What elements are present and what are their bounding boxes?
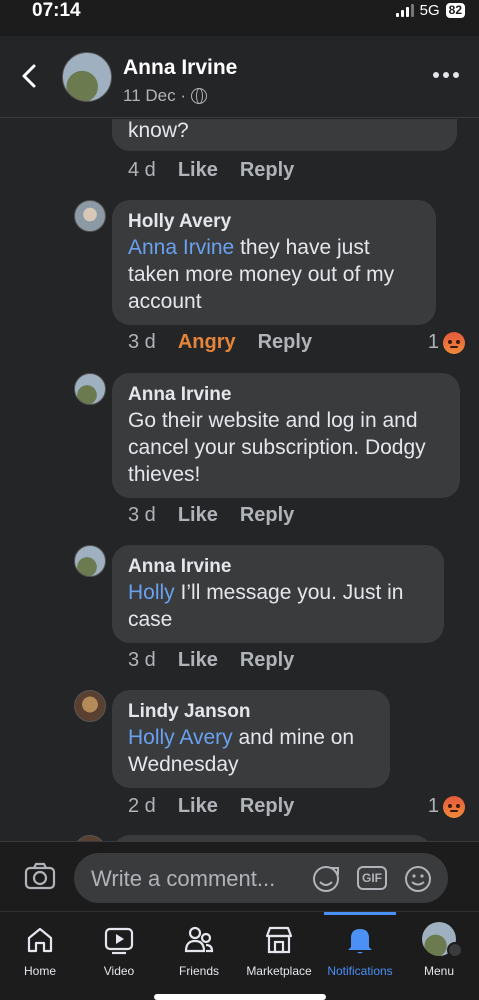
comment-bubble: Anna Irvine Go their website and log in …	[112, 373, 460, 498]
status-indicators: 5G 82	[395, 0, 465, 20]
nav-friends[interactable]: Friends	[159, 912, 239, 982]
comment-bubble: Anna Irvine Holly I’ll message you. Just…	[112, 545, 444, 643]
reaction-count[interactable]: 1	[428, 331, 465, 354]
comment-actions: 3 d Angry Reply	[128, 331, 312, 354]
comment-time: 3 d	[128, 504, 156, 526]
home-indicator	[154, 994, 326, 1000]
comment-text: Holly Avery and mine on Wednesday	[128, 724, 374, 778]
avatar[interactable]	[74, 200, 106, 232]
comment-author[interactable]: Anna Irvine	[128, 555, 428, 579]
avatar[interactable]	[74, 690, 106, 722]
comment-composer: Write a comment... GIF	[0, 841, 479, 911]
more-options-icon[interactable]	[433, 72, 459, 78]
comment-time: 3 d	[128, 331, 156, 353]
post-meta: 11 Dec ·	[123, 86, 207, 106]
comment-actions: 3 d Like Reply	[128, 649, 294, 672]
comment-actions: 3 d Like Reply	[128, 504, 294, 527]
gif-button[interactable]: GIF	[357, 866, 387, 890]
nav-notifications[interactable]: Notifications	[320, 912, 400, 982]
reaction-count-value: 1	[427, 331, 439, 353]
nav-home[interactable]: Home	[0, 912, 80, 982]
video-icon	[104, 927, 134, 955]
emoji-icon[interactable]	[403, 864, 433, 894]
reply-button[interactable]: Reply	[240, 795, 294, 818]
comment-bubble: know?	[112, 119, 457, 151]
comment-text: know?	[128, 119, 189, 142]
avatar[interactable]	[74, 545, 106, 577]
reply-button[interactable]: Reply	[240, 159, 294, 182]
post-header: Anna Irvine 11 Dec ·	[0, 36, 479, 118]
comment-author[interactable]: Anna Irvine	[128, 383, 444, 407]
home-icon	[27, 927, 53, 953]
comment-author[interactable]: Lindy Janson	[128, 700, 374, 724]
back-arrow-icon[interactable]	[18, 62, 42, 90]
comment-placeholder: Write a comment...	[91, 866, 276, 891]
comment-text: Anna Irvine they have just taken more mo…	[128, 234, 420, 315]
like-button[interactable]: Like	[178, 795, 218, 818]
like-button[interactable]: Like	[178, 159, 218, 182]
friends-icon	[184, 926, 214, 953]
comment-input[interactable]: Write a comment... GIF	[74, 853, 448, 903]
angry-reaction-button[interactable]: Angry	[178, 331, 236, 354]
avatar-sticker-icon[interactable]	[311, 864, 341, 894]
nav-menu[interactable]: Menu	[399, 912, 479, 982]
comments-feed[interactable]: know? 4 d Like Reply Holly Avery Anna Ir…	[0, 119, 479, 841]
avatar[interactable]	[74, 373, 106, 405]
camera-icon[interactable]	[24, 862, 56, 890]
nav-notifications-label: Notifications	[327, 964, 393, 978]
menu-icon	[447, 942, 463, 958]
mention-link[interactable]: Holly	[128, 581, 175, 604]
status-bar: 07:14 5G 82	[0, 0, 479, 36]
reply-button[interactable]: Reply	[258, 331, 312, 354]
nav-video-label: Video	[103, 964, 135, 978]
like-button[interactable]: Like	[178, 504, 218, 527]
reaction-count[interactable]: 1	[428, 795, 465, 818]
status-time: 07:14	[32, 0, 81, 21]
marketplace-icon	[265, 926, 293, 954]
nav-friends-label: Friends	[178, 964, 219, 978]
battery-icon: 82	[445, 2, 465, 18]
comment-text: Holly I’ll message you. Just in case	[128, 579, 428, 633]
comment-time: 4 d	[128, 159, 156, 181]
signal-icon	[395, 3, 414, 17]
author-name[interactable]: Anna Irvine	[123, 56, 237, 80]
comment-bubble: Holly Avery Anna Irvine they have just t…	[112, 200, 436, 325]
post-date: 11 Dec ·	[123, 86, 186, 105]
like-button[interactable]: Like	[178, 649, 218, 672]
angry-face-icon	[443, 331, 465, 354]
reply-button[interactable]: Reply	[240, 649, 294, 672]
nav-menu-label: Menu	[423, 964, 455, 978]
angry-face-icon	[443, 795, 465, 818]
comment-time: 2 d	[128, 795, 156, 817]
nav-marketplace-label: Marketplace	[246, 964, 312, 978]
author-avatar[interactable]	[62, 52, 112, 102]
reply-button[interactable]: Reply	[240, 504, 294, 527]
nav-home-label: Home	[23, 964, 56, 978]
mention-link[interactable]: Anna Irvine	[128, 236, 234, 259]
comment-actions: 4 d Like Reply	[128, 159, 294, 182]
network-label: 5G	[419, 1, 440, 19]
globe-icon	[191, 88, 207, 104]
comment-author[interactable]: Holly Avery	[128, 210, 420, 234]
nav-video[interactable]: Video	[79, 912, 159, 982]
mention-link[interactable]: Holly Avery	[128, 726, 233, 749]
bottom-nav: Home Video Friends Marketplace Notificat…	[0, 911, 479, 1000]
bell-icon	[348, 929, 372, 954]
comment-actions: 2 d Like Reply	[128, 795, 294, 818]
comment-bubble: Lindy Janson Holly Avery and mine on Wed…	[112, 690, 390, 788]
reaction-count-value: 1	[427, 795, 439, 817]
comment-text: Go their website and log in and cancel y…	[128, 409, 426, 486]
nav-marketplace[interactable]: Marketplace	[239, 912, 319, 982]
comment-time: 3 d	[128, 649, 156, 671]
